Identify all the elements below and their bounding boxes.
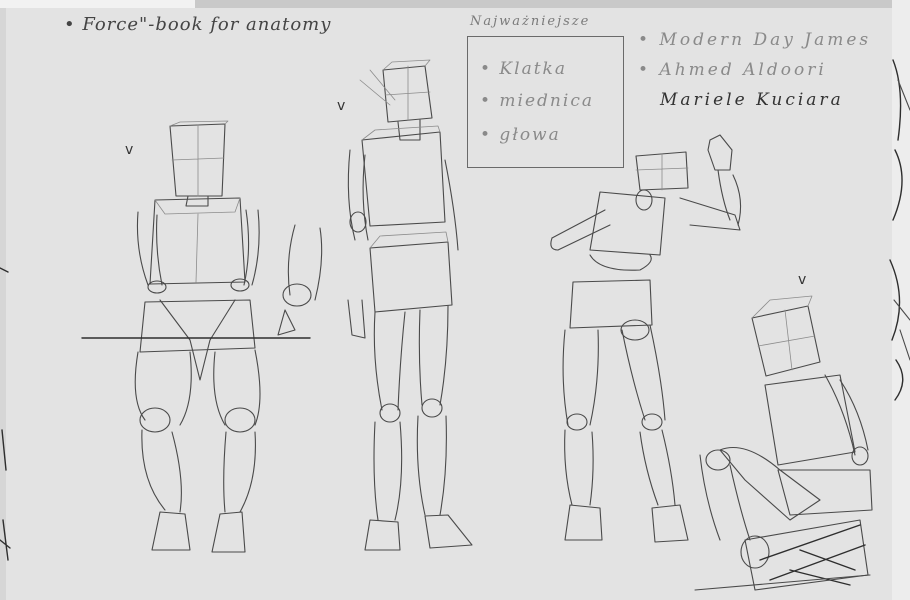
figure-crouching	[694, 295, 873, 591]
important-item-miednica: • miednica	[480, 91, 594, 111]
important-item-klatka: • Klatka	[480, 59, 567, 79]
check-mark-1: v	[125, 142, 134, 158]
figure-seated-front	[81, 120, 323, 553]
force-book-note: • Force"-book for anatomy	[64, 14, 332, 35]
check-mark-2: v	[337, 98, 346, 114]
artist-note-2: • Ahmed Aldoori	[638, 60, 827, 80]
important-box-title: Najważniejsze	[470, 14, 591, 29]
artist-note-1: • Modern Day James	[638, 30, 872, 50]
important-item-glowa: • głowa	[480, 125, 561, 145]
important-box: • Klatka • miednica • głowa	[467, 36, 624, 168]
edge-scribbles	[0, 59, 910, 561]
artist-note-3: Mariele Kuciara	[660, 90, 844, 110]
figure-standing-front	[347, 59, 473, 551]
check-mark-3: v	[798, 272, 807, 288]
drawing-canvas[interactable]: • Force"-book for anatomy Najważniejsze …	[0, 0, 910, 600]
figure-waving-pose	[550, 134, 742, 543]
